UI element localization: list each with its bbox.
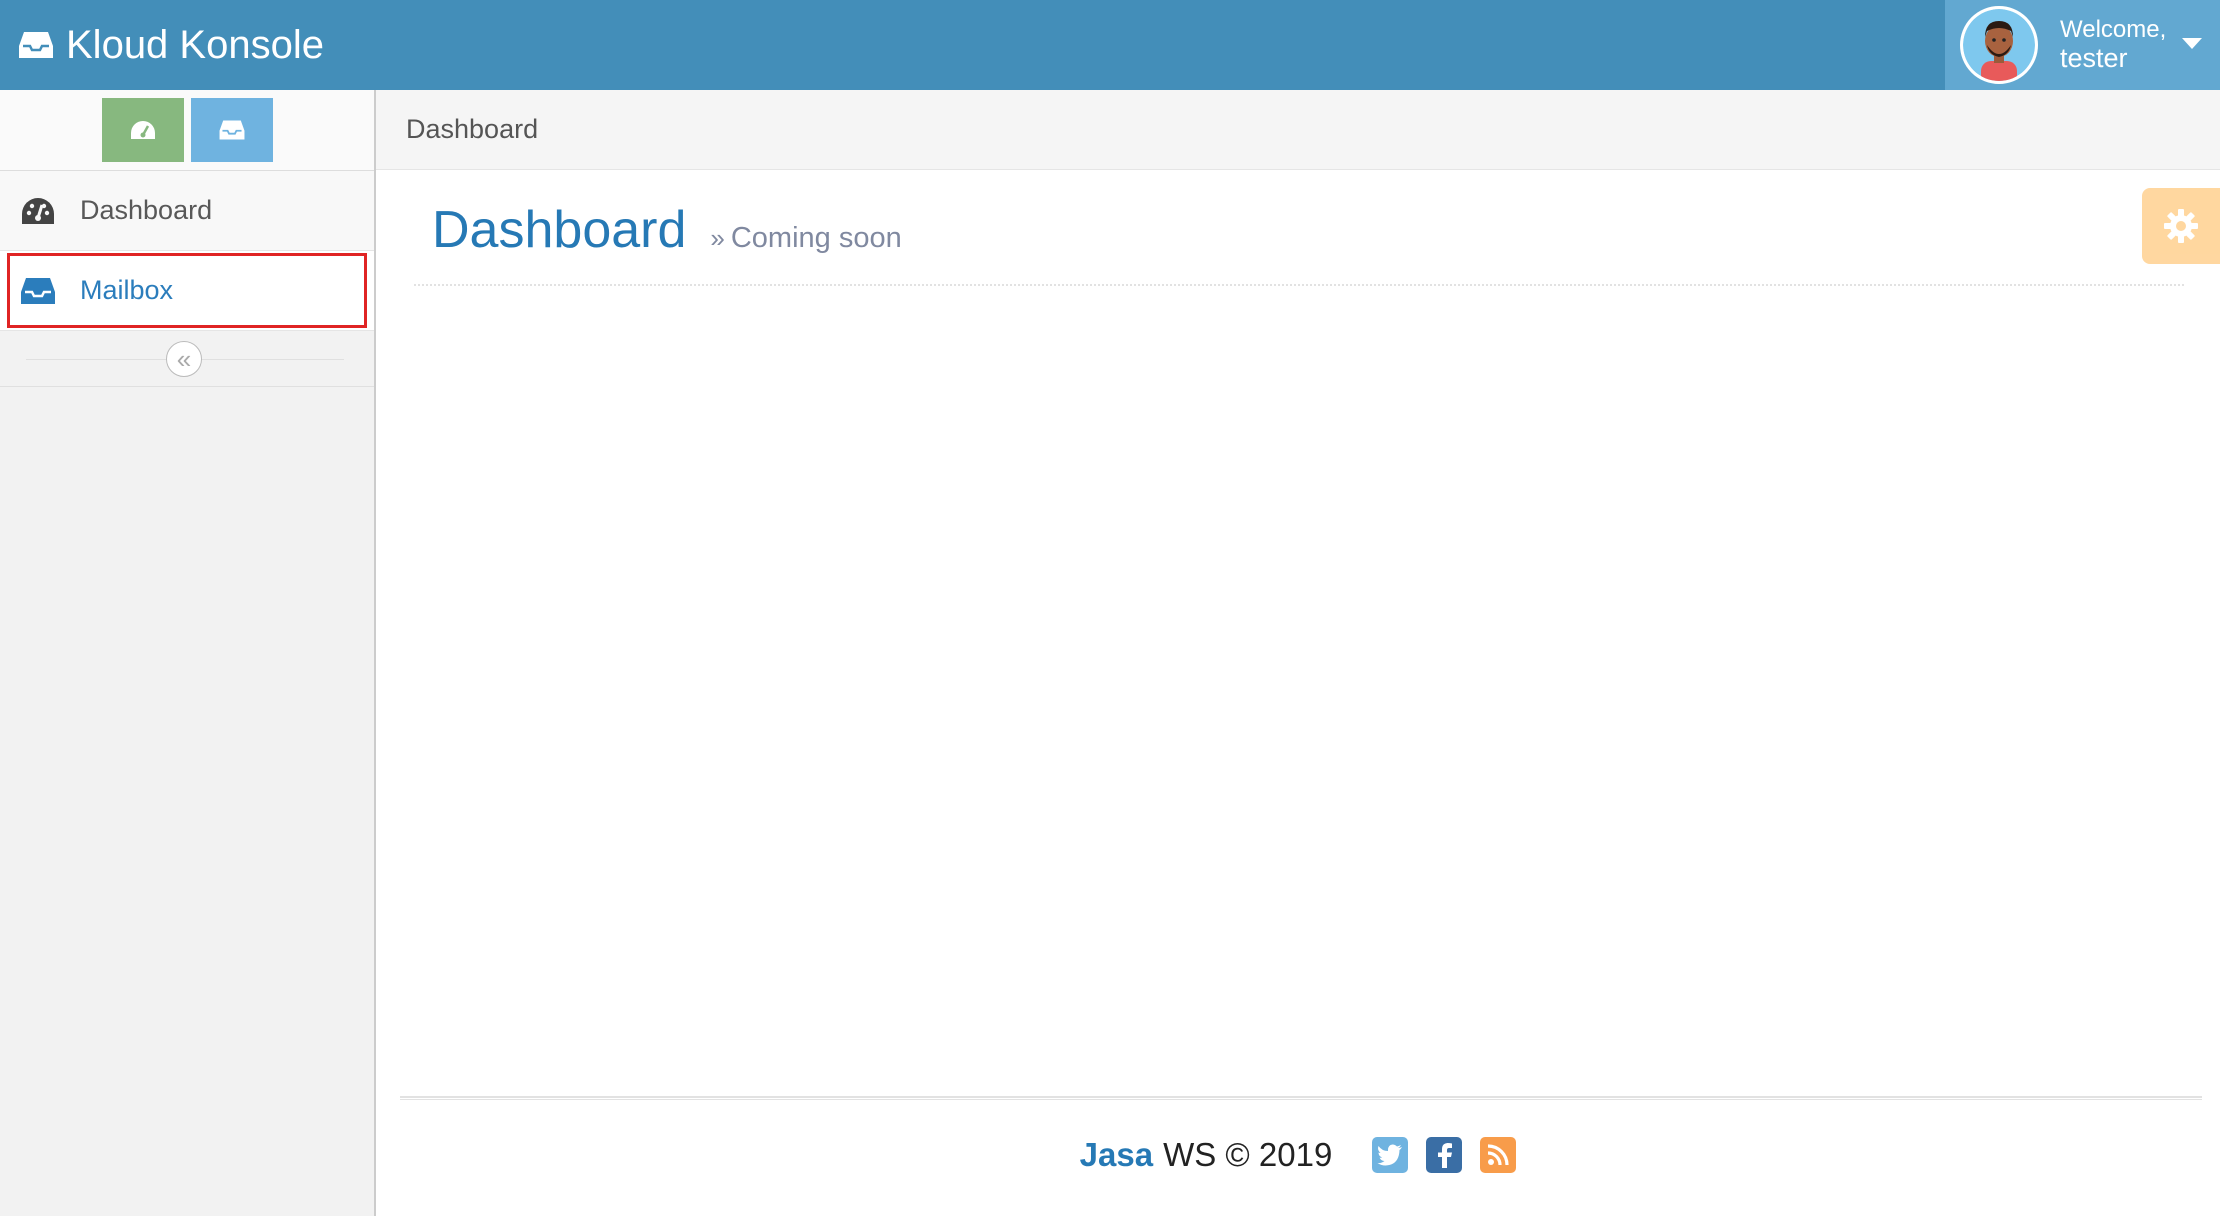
double-angle-left-icon: « [176,344,192,374]
footer: Jasa WS © 2019 [376,1130,2220,1180]
user-avatar-icon [1963,9,2035,81]
inbox-icon [21,277,55,304]
shortcut-dashboard-button[interactable] [101,98,184,162]
avatar [1960,6,2038,84]
twitter-icon [1377,1144,1403,1166]
footer-copyright: WS © 2019 [1163,1136,1333,1173]
sidebar-item-label: Mailbox [80,275,174,305]
footer-divider [400,1096,2202,1100]
brand-title: Kloud Konsole [66,22,324,67]
inbox-icon [219,120,244,140]
inbox-icon [19,32,53,58]
breadcrumb: Dashboard [376,90,2220,170]
page-subtitle-text: Coming soon [730,222,902,254]
dashboard-icon [22,197,54,224]
double-angle-right-icon: » [710,223,725,253]
gear-icon [2164,209,2198,243]
page-header: Dashboard » Coming soon [414,190,2184,286]
shortcut-mailbox-button[interactable] [190,98,273,162]
footer-brand: Jasa [1079,1136,1154,1173]
navbar: Kloud Konsole Welcome, tester [0,0,2220,90]
twitter-link[interactable] [1372,1137,1409,1173]
facebook-link[interactable] [1426,1137,1463,1173]
facebook-icon [1438,1143,1453,1168]
breadcrumb-current: Dashboard [406,114,539,144]
sidebar-item-label: Dashboard [80,195,213,225]
rss-icon [1488,1144,1509,1166]
sidebar-collapse: « [0,331,374,387]
settings-button[interactable] [2142,188,2220,264]
user-name: tester [2060,43,2128,74]
dashboard-icon [130,121,155,139]
sidebar-item-dashboard[interactable]: Dashboard [0,171,374,251]
page-title: Dashboard [432,201,687,259]
sidebar-item-mailbox[interactable]: Mailbox [0,251,374,331]
rss-link[interactable] [1480,1137,1517,1173]
welcome-label: Welcome, [2060,15,2167,43]
page-subtitle: » Coming soon [710,222,901,255]
sidebar-collapse-button[interactable]: « [166,341,202,377]
caret-down-icon [2182,38,2202,49]
sidebar-shortcuts [0,90,374,171]
brand-link[interactable]: Kloud Konsole [18,0,324,90]
sidebar: Dashboard Mailbox « [0,90,376,1216]
social-links [1372,1137,1517,1173]
user-menu[interactable]: Welcome, tester [1945,0,2220,90]
